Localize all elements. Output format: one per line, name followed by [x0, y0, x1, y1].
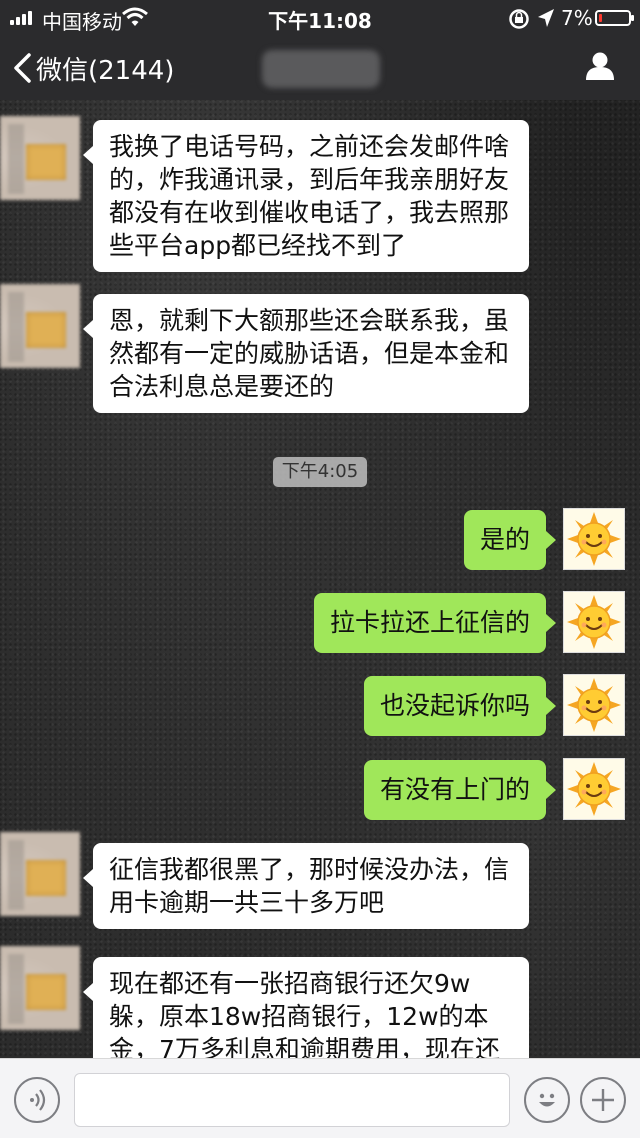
sun-icon [567, 512, 621, 566]
battery-percent: 7% [561, 6, 593, 30]
my-avatar[interactable] [563, 508, 625, 570]
contact-avatar[interactable] [0, 116, 80, 200]
profile-icon[interactable] [584, 50, 616, 82]
status-bar: 中国移动 下午11:08 7% [0, 0, 640, 36]
message-received[interactable]: 恩，就剩下大额那些还会联系我，虽然都有一定的威胁话语，但是本金和合法利息总是要还… [83, 294, 529, 413]
contact-avatar[interactable] [0, 284, 80, 368]
emoji-button[interactable] [524, 1077, 570, 1123]
battery-icon [595, 10, 634, 26]
message-sent[interactable]: 拉卡拉还上征信的 [313, 593, 557, 653]
message-sent[interactable]: 有没有上门的 [363, 760, 557, 820]
my-avatar[interactable] [563, 758, 625, 820]
message-sent[interactable]: 是的 [463, 510, 557, 570]
message-sent[interactable]: 也没起诉你吗 [363, 676, 557, 736]
message-input[interactable] [74, 1073, 510, 1127]
message-received[interactable]: 我换了电话号码，之前还会发邮件啥的，炸我通讯录，到后年我亲朋好友都没有在收到催收… [83, 120, 529, 272]
time-divider: 下午4:05 [273, 457, 367, 487]
chat-title-redacted [262, 50, 380, 88]
back-label: 微信(2144) [36, 55, 175, 86]
sun-icon [567, 595, 621, 649]
voice-button[interactable] [14, 1077, 60, 1123]
more-button[interactable] [580, 1077, 626, 1123]
message-received[interactable]: 征信我都很黑了，那时候没办法，信用卡逾期一共三十多万吧 [83, 843, 529, 929]
plus-icon [592, 1089, 614, 1111]
battery-level [599, 14, 602, 22]
chevron-left-icon [14, 53, 31, 83]
sun-icon [567, 678, 621, 732]
location-icon [538, 9, 554, 27]
sun-icon [567, 762, 621, 816]
message-received[interactable]: 现在都还有一张招商银行还欠9w躲，原本18w招商银行，12w的本金，7万多利息和… [83, 957, 529, 1058]
my-avatar[interactable] [563, 591, 625, 653]
input-bar [0, 1058, 640, 1138]
emoji-icon [539, 1093, 555, 1107]
my-avatar[interactable] [563, 674, 625, 736]
rotation-lock-icon [509, 9, 529, 29]
contact-avatar[interactable] [0, 946, 80, 1030]
chat-area[interactable]: 我换了电话号码，之前还会发邮件啥的，炸我通讯录，到后年我亲朋好友都没有在收到催收… [0, 100, 640, 1058]
nav-bar: 微信(2144) [0, 36, 640, 100]
back-button[interactable]: 微信(2144) [12, 46, 174, 90]
contact-avatar[interactable] [0, 832, 80, 916]
voice-icon [30, 1089, 46, 1111]
